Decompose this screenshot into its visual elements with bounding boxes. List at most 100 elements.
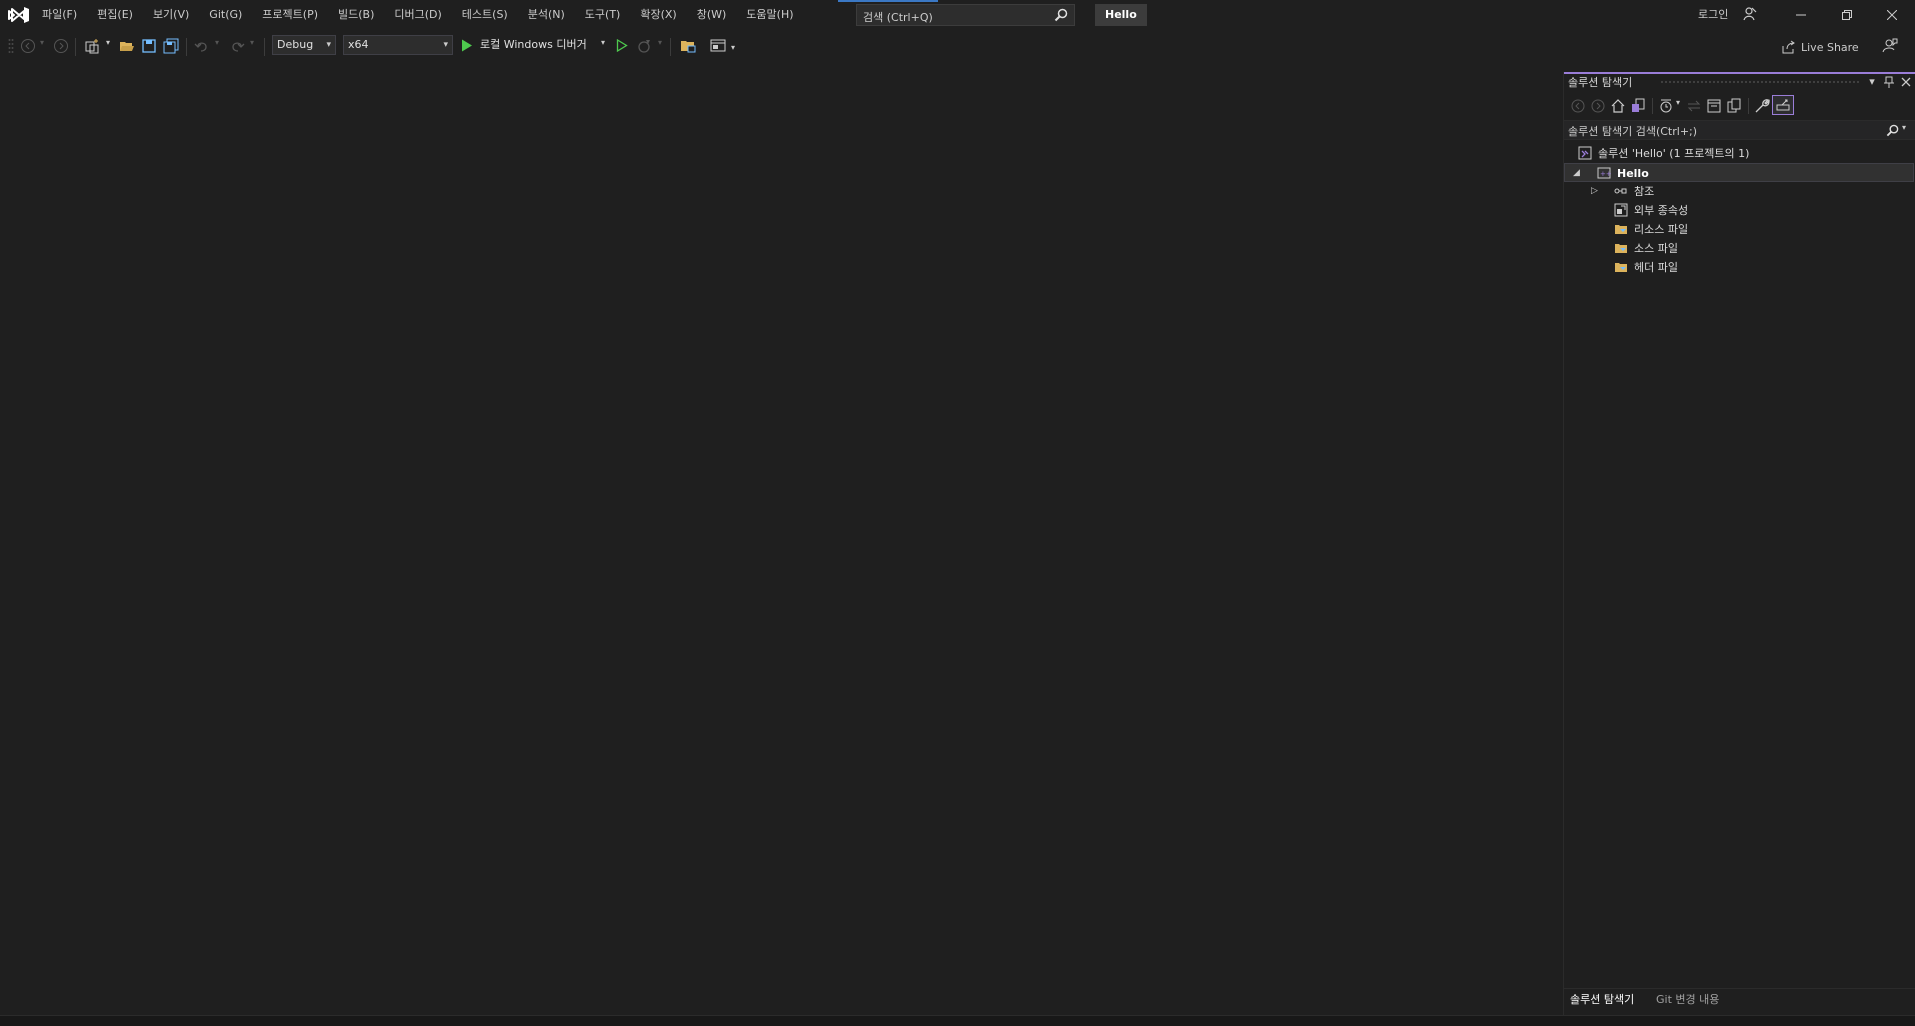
project-label: Hello — [1617, 167, 1649, 180]
minimize-icon — [1796, 14, 1806, 16]
status-bar — [0, 1015, 1915, 1026]
start-debugging-button[interactable]: 로컬 Windows 디버거 — [480, 35, 587, 55]
menu-analyze[interactable]: 분석(N) — [518, 0, 575, 30]
menu-extensions[interactable]: 확장(X) — [630, 0, 686, 30]
expanded-arrow-icon[interactable]: ◢ — [1573, 164, 1580, 183]
close-button[interactable] — [1869, 0, 1915, 30]
search-options-dropdown-icon[interactable]: ▾ — [1902, 123, 1906, 132]
undo-icon[interactable] — [194, 38, 210, 54]
filter-dropdown-icon[interactable]: ▾ — [1676, 98, 1680, 107]
solution-platform-dropdown[interactable]: x64 ▾ — [343, 35, 453, 55]
hot-reload-dropdown-icon[interactable]: ▾ — [658, 38, 662, 47]
solution-explorer-header: 솔루션 탐색기 ▾ — [1564, 72, 1915, 92]
tab-git-changes[interactable]: Git 변경 내용 — [1650, 989, 1725, 1011]
switch-views-icon[interactable] — [1630, 98, 1646, 114]
tree-node-external-dependencies[interactable]: 외부 종속성 — [1564, 201, 1914, 220]
tree-node-references[interactable]: ▷ 참조 — [1564, 182, 1914, 201]
home-icon[interactable] — [1610, 98, 1626, 114]
tree-node-solution[interactable]: 솔루션 'Hello' (1 프로젝트의 1) — [1564, 144, 1914, 163]
close-icon — [1887, 10, 1897, 20]
properties-wrench-icon[interactable] — [1754, 98, 1770, 114]
live-share-label: Live Share — [1801, 40, 1859, 54]
solution-explorer-title: 솔루션 탐색기 — [1568, 76, 1633, 89]
undo-dropdown-icon[interactable]: ▾ — [215, 38, 219, 47]
hot-reload-icon[interactable] — [637, 38, 653, 54]
live-share-icon — [1782, 40, 1795, 54]
menu-git[interactable]: Git(G) — [199, 0, 252, 30]
new-project-icon[interactable] — [85, 38, 101, 54]
search-icon[interactable] — [1886, 124, 1899, 137]
close-panel-icon[interactable] — [1898, 74, 1914, 90]
tree-node-project[interactable]: ◢ ++ Hello — [1564, 163, 1914, 182]
minimize-button[interactable] — [1778, 0, 1824, 30]
save-icon[interactable] — [141, 38, 157, 54]
window-layout-icon[interactable] — [710, 38, 726, 54]
solution-configuration-dropdown[interactable]: Debug ▾ — [272, 35, 336, 55]
title-bar: 파일(F) 편집(E) 보기(V) Git(G) 프로젝트(P) 빌드(B) 디… — [0, 0, 1915, 30]
pin-icon[interactable] — [1881, 74, 1897, 90]
panel-active-accent — [1564, 72, 1915, 74]
search-input[interactable]: 검색 (Ctrl+Q) — [856, 4, 1075, 26]
browse-folder-icon[interactable] — [680, 38, 696, 54]
solution-name-badge: Hello — [1095, 4, 1147, 26]
menu-file[interactable]: 파일(F) — [32, 0, 87, 30]
restore-icon — [1842, 10, 1852, 20]
solution-explorer-panel: 솔루션 탐색기 ▾ ▾ 솔루션 탐색기 검색(Ctrl+;) ▾ 솔루션 'He… — [1563, 72, 1915, 1015]
debug-target-dropdown-icon[interactable]: ▾ — [601, 38, 605, 47]
forward-icon[interactable] — [1590, 98, 1606, 114]
panel-options-dropdown-icon[interactable]: ▾ — [1864, 74, 1880, 90]
search-placeholder: 검색 (Ctrl+Q) — [863, 11, 933, 24]
solution-explorer-search-input[interactable]: 솔루션 탐색기 검색(Ctrl+;) ▾ — [1564, 120, 1915, 140]
menu-window[interactable]: 창(W) — [687, 0, 737, 30]
open-file-icon[interactable] — [119, 38, 135, 54]
visual-studio-logo-icon[interactable] — [8, 6, 30, 24]
toolbar-separator — [670, 38, 671, 56]
start-without-debugging-icon[interactable] — [616, 39, 628, 52]
show-all-files-icon[interactable] — [1726, 98, 1742, 114]
chevron-down-icon: ▾ — [326, 40, 331, 50]
menu-tools[interactable]: 도구(T) — [575, 0, 631, 30]
login-link[interactable]: 로그인 — [1698, 0, 1728, 30]
toolbar-grip-icon — [8, 39, 14, 53]
menu-test[interactable]: 테스트(S) — [452, 0, 518, 30]
toolbar-separator — [1652, 98, 1653, 114]
menu-help[interactable]: 도움말(H) — [736, 0, 803, 30]
redo-dropdown-icon[interactable]: ▾ — [250, 38, 254, 47]
menu-bar: 파일(F) 편집(E) 보기(V) Git(G) 프로젝트(P) 빌드(B) 디… — [32, 0, 804, 30]
menu-debug[interactable]: 디버그(D) — [384, 0, 451, 30]
tree-node-resource-files[interactable]: 리소스 파일 — [1564, 220, 1914, 239]
tree-node-source-files[interactable]: 소스 파일 — [1564, 239, 1914, 258]
toolbar-overflow-icon[interactable]: ▾ — [731, 43, 735, 52]
pending-changes-filter-icon[interactable] — [1658, 98, 1674, 114]
start-debugging-play-icon[interactable] — [461, 39, 473, 52]
external-dependencies-icon — [1614, 203, 1628, 217]
cpp-project-icon: ++ — [1597, 167, 1611, 179]
panel-grip[interactable] — [1660, 80, 1860, 84]
save-all-icon[interactable] — [163, 38, 179, 54]
editor-area — [0, 62, 1562, 1015]
collapse-all-icon[interactable] — [1706, 98, 1722, 114]
toolbar-separator — [264, 38, 265, 56]
back-icon[interactable] — [1570, 98, 1586, 114]
filter-folder-icon — [1615, 244, 1627, 253]
search-icon[interactable] — [1054, 8, 1068, 22]
menu-edit[interactable]: 편집(E) — [87, 0, 143, 30]
redo-icon[interactable] — [229, 38, 245, 54]
restore-button[interactable] — [1824, 0, 1870, 30]
menu-build[interactable]: 빌드(B) — [328, 0, 384, 30]
account-icon[interactable] — [1743, 7, 1757, 21]
sync-with-active-document-icon[interactable] — [1686, 98, 1702, 114]
live-share-button[interactable]: Live Share — [1782, 38, 1859, 56]
menu-view[interactable]: 보기(V) — [143, 0, 199, 30]
menu-project[interactable]: 프로젝트(P) — [252, 0, 328, 30]
navigate-forward-icon[interactable] — [53, 38, 69, 54]
solution-icon — [1578, 146, 1592, 160]
preview-selected-items-button[interactable] — [1772, 95, 1794, 115]
new-project-dropdown-icon[interactable]: ▾ — [106, 38, 110, 47]
navigate-back-dropdown-icon[interactable]: ▾ — [40, 38, 44, 47]
tab-solution-explorer[interactable]: 솔루션 탐색기 — [1564, 989, 1641, 1011]
tree-node-header-files[interactable]: 헤더 파일 — [1564, 258, 1914, 277]
collapsed-arrow-icon[interactable]: ▷ — [1591, 182, 1598, 201]
feedback-icon[interactable] — [1882, 38, 1898, 54]
navigate-back-icon[interactable] — [20, 38, 36, 54]
